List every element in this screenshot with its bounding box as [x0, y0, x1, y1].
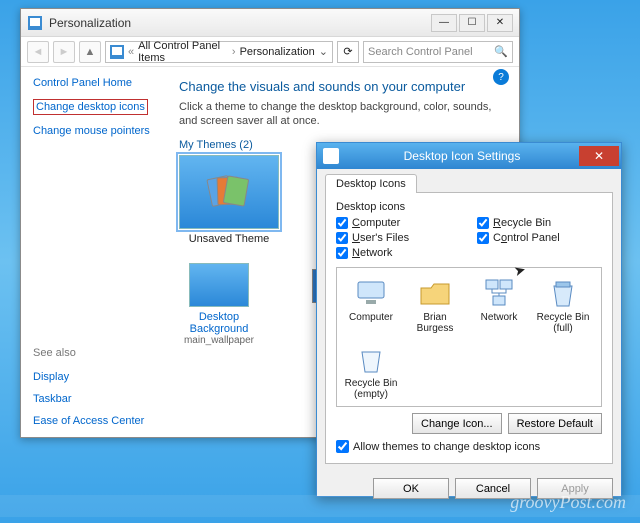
forward-button[interactable]: ►	[53, 41, 75, 63]
icon-label: Computer	[343, 312, 399, 323]
icon-preview-box: Computer Brian Burgess Network Recycle B…	[336, 267, 602, 407]
dialog-titlebar[interactable]: Desktop Icon Settings ✕	[317, 143, 621, 169]
checkbox-control-panel[interactable]: Control Panel	[477, 232, 602, 244]
window-icon	[27, 15, 43, 31]
background-thumbnail	[189, 263, 249, 307]
up-button[interactable]: ▲	[79, 41, 101, 63]
icon-computer[interactable]: Computer	[343, 276, 399, 334]
tab-strip: Desktop Icons	[325, 173, 613, 193]
control-panel-home-link[interactable]: Control Panel Home	[33, 77, 159, 89]
ease-of-access-link[interactable]: Ease of Access Center	[33, 415, 159, 427]
maximize-button[interactable]: ☐	[459, 14, 485, 32]
allow-themes-checkbox[interactable]: Allow themes to change desktop icons	[336, 440, 602, 453]
breadcrumb-root[interactable]: All Control Panel Items	[138, 40, 228, 64]
search-icon: 🔍	[494, 45, 508, 58]
group-label: Desktop icons	[336, 201, 602, 213]
dialog-title: Desktop Icon Settings	[345, 149, 579, 163]
icon-user-folder[interactable]: Brian Burgess	[407, 276, 463, 334]
window-title: Personalization	[49, 16, 431, 30]
icon-recycle-bin-full[interactable]: Recycle Bin (full)	[535, 276, 591, 334]
dialog-icon	[323, 148, 339, 164]
icon-label: Recycle Bin (full)	[535, 312, 591, 334]
chevron-icon: ›	[232, 46, 236, 58]
icon-label: Brian Burgess	[407, 312, 463, 334]
address-bar[interactable]: « All Control Panel Items › Personalizat…	[105, 41, 333, 63]
desktop-icon-settings-dialog: Desktop Icon Settings ✕ Desktop Icons De…	[316, 142, 622, 497]
theme-swatch-icon	[209, 177, 249, 207]
control-panel-icon	[110, 45, 124, 59]
refresh-button[interactable]: ⟳	[337, 41, 359, 63]
theme-label: Unsaved Theme	[179, 233, 279, 245]
checkbox-users-files[interactable]: User's Files	[336, 232, 461, 244]
sidebar: Control Panel Home Change desktop icons …	[21, 67, 171, 437]
icon-network[interactable]: Network	[471, 276, 527, 334]
minimize-button[interactable]: —	[431, 14, 457, 32]
checkbox-recycle-bin[interactable]: Recycle Bin	[477, 217, 602, 229]
bg-sublabel: main_wallpaper	[179, 335, 259, 346]
page-heading: Change the visuals and sounds on your co…	[179, 79, 511, 94]
icon-label: Recycle Bin (empty)	[343, 378, 399, 400]
close-button[interactable]: ✕	[487, 14, 513, 32]
titlebar[interactable]: Personalization — ☐ ✕	[21, 9, 519, 37]
tab-desktop-icons[interactable]: Desktop Icons	[325, 174, 417, 193]
checkbox-network[interactable]: Network	[336, 247, 461, 259]
help-icon[interactable]: ?	[493, 69, 509, 85]
search-input[interactable]: Search Control Panel 🔍	[363, 41, 513, 63]
restore-default-button[interactable]: Restore Default	[508, 413, 602, 434]
allow-themes-label: Allow themes to change desktop icons	[353, 441, 540, 453]
chevron-icon: «	[128, 46, 134, 58]
change-desktop-icons-link[interactable]: Change desktop icons	[33, 99, 148, 115]
dropdown-icon[interactable]: ⌄	[319, 45, 328, 58]
icon-recycle-bin-empty[interactable]: Recycle Bin (empty)	[343, 342, 399, 400]
breadcrumb-current[interactable]: Personalization	[240, 46, 315, 58]
display-link[interactable]: Display	[33, 371, 159, 383]
dialog-close-button[interactable]: ✕	[579, 146, 619, 166]
cursor-icon: ➤	[512, 261, 528, 280]
change-mouse-pointers-link[interactable]: Change mouse pointers	[33, 125, 159, 137]
toolbar: ◄ ► ▲ « All Control Panel Items › Person…	[21, 37, 519, 67]
icon-label: Network	[471, 312, 527, 323]
search-placeholder: Search Control Panel	[368, 46, 490, 58]
tab-panel: Desktop icons Computer Recycle Bin User'…	[325, 193, 613, 464]
change-icon-button[interactable]: Change Icon...	[412, 413, 502, 434]
desktop-background-item[interactable]: Desktop Background main_wallpaper	[179, 263, 259, 346]
watermark: groovyPost.com	[510, 492, 626, 513]
bg-label: Desktop Background	[179, 311, 259, 335]
see-also-label: See also	[33, 347, 159, 359]
theme-tile-unsaved[interactable]: Unsaved Theme	[179, 155, 279, 245]
icon-checkboxes: Computer Recycle Bin User's Files Contro…	[336, 217, 602, 259]
back-button[interactable]: ◄	[27, 41, 49, 63]
page-description: Click a theme to change the desktop back…	[179, 100, 511, 129]
taskbar-link[interactable]: Taskbar	[33, 393, 159, 405]
checkbox-computer[interactable]: Computer	[336, 217, 461, 229]
